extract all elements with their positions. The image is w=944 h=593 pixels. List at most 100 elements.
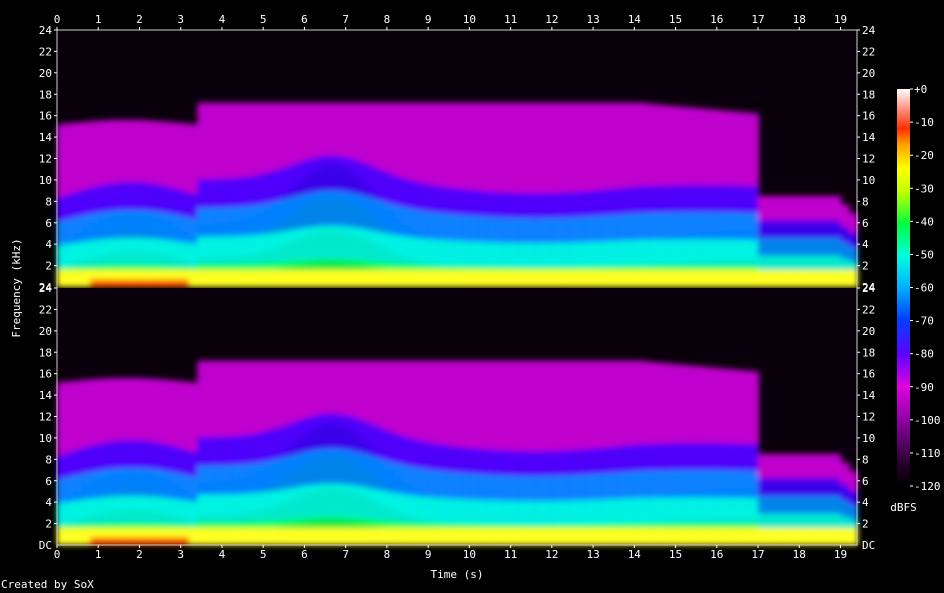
energy-band xyxy=(551,527,562,545)
energy-band xyxy=(807,495,817,515)
energy-band xyxy=(774,220,784,240)
x-tick-label-top: 0 xyxy=(54,13,61,26)
energy-band xyxy=(246,269,256,287)
y-tick-label-left: 20 xyxy=(39,325,52,338)
energy-band xyxy=(362,269,372,287)
energy-band xyxy=(312,484,322,520)
energy-band xyxy=(741,269,751,287)
energy-band xyxy=(824,269,834,287)
energy-band xyxy=(609,527,619,545)
energy-band xyxy=(73,527,83,545)
energy-band xyxy=(782,269,793,287)
colorbar-unit-label: dBFS xyxy=(890,501,917,514)
energy-band xyxy=(271,269,281,287)
energy-band xyxy=(122,537,133,545)
y-tick-label-right: 20 xyxy=(862,325,875,338)
energy-band xyxy=(626,527,636,545)
x-tick-label-bottom: 18 xyxy=(793,548,806,561)
energy-band xyxy=(758,527,768,545)
energy-band xyxy=(205,527,215,545)
x-tick-label-top: 8 xyxy=(384,13,391,26)
energy-band xyxy=(807,269,817,287)
energy-band xyxy=(114,279,124,287)
y-tick-label-right: 12 xyxy=(862,153,875,166)
energy-band xyxy=(807,195,817,223)
energy-band xyxy=(840,242,850,260)
colorbar-scale xyxy=(897,89,910,486)
energy-band xyxy=(766,237,776,257)
energy-band xyxy=(329,269,339,287)
energy-band xyxy=(65,269,75,287)
energy-band xyxy=(749,269,760,287)
energy-band xyxy=(444,269,454,287)
energy-band xyxy=(329,483,339,519)
energy-band xyxy=(296,228,306,265)
energy-band xyxy=(444,527,454,545)
energy-band xyxy=(147,537,157,545)
y-tick-label-right: 14 xyxy=(862,131,876,144)
energy-band xyxy=(733,269,743,287)
energy-band xyxy=(320,225,331,262)
energy-band xyxy=(774,495,784,515)
energy-band xyxy=(791,237,801,257)
energy-band xyxy=(131,537,141,545)
energy-band xyxy=(782,220,793,240)
energy-band xyxy=(469,269,479,287)
colorbar-tick-label: -80 xyxy=(914,348,934,361)
y-tick-label-right: 8 xyxy=(862,195,869,208)
y-tick-label-left: 14 xyxy=(39,389,53,402)
y-tick-label-right: 2 xyxy=(862,260,869,273)
energy-band xyxy=(758,453,768,481)
colorbar-tick-label: -40 xyxy=(914,215,934,228)
x-tick-label-bottom: 9 xyxy=(425,548,432,561)
y-tick-label-right: 8 xyxy=(862,453,869,466)
energy-band xyxy=(824,527,834,545)
x-tick-label-top: 6 xyxy=(301,13,308,26)
x-tick-label-top: 16 xyxy=(710,13,723,26)
energy-band xyxy=(683,269,694,287)
energy-band xyxy=(799,269,809,287)
energy-band xyxy=(716,269,727,287)
energy-band xyxy=(708,527,718,545)
y-tick-label-right: 20 xyxy=(862,67,875,80)
energy-band xyxy=(353,227,364,264)
y-axis-label: Frequency (kHz) xyxy=(10,238,23,337)
energy-band xyxy=(510,527,520,545)
energy-band xyxy=(774,195,784,223)
energy-band xyxy=(461,527,471,545)
energy-band xyxy=(716,527,727,545)
y-tick-label-right: 6 xyxy=(862,217,869,230)
energy-band xyxy=(766,495,776,515)
energy-band xyxy=(131,279,141,287)
energy-band xyxy=(353,269,364,287)
y-bottom-label-left: DC xyxy=(39,539,52,552)
energy-band xyxy=(494,527,504,545)
x-tick-label-top: 7 xyxy=(342,13,349,26)
energy-band xyxy=(840,204,850,229)
energy-band xyxy=(378,269,388,287)
energy-band xyxy=(139,279,149,287)
colorbar-tick-label: -100 xyxy=(914,414,941,427)
energy-band xyxy=(832,453,842,481)
energy-band xyxy=(807,478,817,498)
y-tick-label-left: 16 xyxy=(39,110,52,123)
energy-band xyxy=(832,495,842,515)
energy-band xyxy=(238,269,248,287)
energy-band xyxy=(527,527,537,545)
energy-band xyxy=(345,484,355,521)
energy-band xyxy=(114,537,124,545)
energy-band xyxy=(791,220,801,240)
energy-band xyxy=(320,527,331,545)
energy-band xyxy=(568,527,578,545)
x-tick-label-top: 17 xyxy=(751,13,764,26)
energy-band xyxy=(527,269,537,287)
energy-band xyxy=(230,269,240,287)
energy-band xyxy=(650,269,661,287)
energy-band xyxy=(213,269,223,287)
energy-band xyxy=(815,495,826,515)
energy-band xyxy=(799,527,809,545)
energy-band xyxy=(807,527,817,545)
energy-band xyxy=(362,487,372,524)
energy-band xyxy=(824,195,834,223)
energy-band xyxy=(840,462,850,487)
